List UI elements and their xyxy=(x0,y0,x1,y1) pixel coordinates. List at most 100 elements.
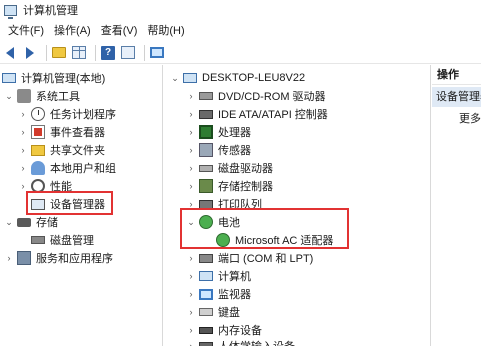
chevron-down-icon[interactable]: ⌄ xyxy=(186,213,196,231)
device-root[interactable]: ⌄ DESKTOP-LEU8V22 xyxy=(170,69,305,87)
device-category-hid[interactable]: › 人体学输入设备 xyxy=(186,337,295,346)
device-ac-adapter[interactable]: Microsoft AC 适配器 xyxy=(216,231,333,249)
device-label: IDE ATA/ATAPI 控制器 xyxy=(218,109,328,121)
tree-item-root[interactable]: 计算机管理(本地) xyxy=(2,69,105,87)
device-label: 电池 xyxy=(218,217,240,229)
ide-controller-icon xyxy=(199,109,213,119)
tree-item-label: 服务和应用程序 xyxy=(36,253,113,265)
tree-item-local-users[interactable]: › 本地用户和组 xyxy=(18,159,116,177)
tools-icon xyxy=(17,89,31,103)
chevron-right-icon[interactable]: › xyxy=(4,249,14,267)
device-category-keyboards[interactable]: › 键盘 xyxy=(186,303,241,321)
device-category-storage-controllers[interactable]: › 存储控制器 xyxy=(186,177,273,195)
tree-item-disk-management[interactable]: 磁盘管理 xyxy=(31,231,94,249)
storage-icon xyxy=(17,217,31,227)
device-category-sensors[interactable]: › 传感器 xyxy=(186,141,251,159)
chevron-right-icon[interactable]: › xyxy=(18,159,28,177)
tree-item-storage[interactable]: ⌄ 存储 xyxy=(4,213,58,231)
tree-item-device-manager[interactable]: 设备管理器 xyxy=(31,195,105,213)
chevron-right-icon[interactable]: › xyxy=(186,249,196,267)
tree-item-label: 磁盘管理 xyxy=(50,235,94,247)
tree-item-performance[interactable]: › 性能 xyxy=(18,177,72,195)
tree-item-shared-folders[interactable]: › 共享文件夹 xyxy=(18,141,105,159)
menu-action[interactable]: 操作(A) xyxy=(49,21,96,41)
device-label: 监视器 xyxy=(218,289,251,301)
tree-item-label: 设备管理器 xyxy=(50,199,105,211)
menu-view[interactable]: 查看(V) xyxy=(96,21,143,41)
device-manager-icon xyxy=(31,198,45,210)
monitor-icon xyxy=(150,47,164,58)
back-button[interactable] xyxy=(2,45,18,61)
help-icon: ? xyxy=(101,45,115,60)
chevron-right-icon[interactable]: › xyxy=(18,105,28,123)
device-category-monitors[interactable]: › 监视器 xyxy=(186,285,251,303)
chevron-right-icon[interactable]: › xyxy=(186,159,196,177)
device-label: 键盘 xyxy=(218,307,240,319)
device-category-computer[interactable]: › 计算机 xyxy=(186,267,251,285)
disk-drive-icon xyxy=(199,164,213,172)
clock-icon xyxy=(31,107,45,121)
device-category-ports[interactable]: › 端口 (COM 和 LPT) xyxy=(186,249,314,267)
chevron-right-icon[interactable]: › xyxy=(186,303,196,321)
chevron-down-icon[interactable]: ⌄ xyxy=(4,87,14,105)
menu-bar: 文件(F) 操作(A) 查看(V) 帮助(H) xyxy=(0,21,481,41)
properties-button[interactable] xyxy=(120,45,136,61)
properties-icon xyxy=(121,46,135,59)
chevron-right-icon[interactable]: › xyxy=(18,141,28,159)
device-label: DVD/CD-ROM 驱动器 xyxy=(218,91,326,103)
device-category-cpu[interactable]: › 处理器 xyxy=(186,123,251,141)
chevron-right-icon[interactable]: › xyxy=(186,285,196,303)
services-icon xyxy=(17,251,31,265)
tree-item-label: 性能 xyxy=(50,181,72,193)
port-icon xyxy=(199,253,213,263)
event-viewer-icon xyxy=(31,125,45,139)
battery-icon xyxy=(199,215,213,229)
chevron-right-icon[interactable]: › xyxy=(186,105,196,123)
menu-help[interactable]: 帮助(H) xyxy=(142,21,189,41)
monitor-icon xyxy=(199,288,213,300)
device-root-label: DESKTOP-LEU8V22 xyxy=(202,72,306,84)
toolbar-separator xyxy=(46,44,47,61)
device-category-print-queue[interactable]: › 打印队列 xyxy=(186,195,263,213)
device-label: 内存设备 xyxy=(218,325,262,337)
monitor-button[interactable] xyxy=(149,45,165,61)
device-category-disk-drives[interactable]: › 磁盘驱动器 xyxy=(186,159,274,177)
device-label: 磁盘驱动器 xyxy=(218,163,273,175)
hid-icon xyxy=(199,341,213,346)
chevron-right-icon[interactable]: › xyxy=(186,177,196,195)
tree-item-task-scheduler[interactable]: › 任务计划程序 xyxy=(18,105,116,123)
chevron-right-icon[interactable]: › xyxy=(186,267,196,285)
users-icon xyxy=(31,161,45,175)
device-category-battery[interactable]: ⌄ 电池 xyxy=(186,213,240,231)
tree-item-event-viewer[interactable]: › 事件查看器 xyxy=(18,123,105,141)
menu-file[interactable]: 文件(F) xyxy=(3,21,49,41)
chevron-down-icon[interactable]: ⌄ xyxy=(4,213,14,231)
processor-icon xyxy=(199,125,213,139)
device-label: Microsoft AC 适配器 xyxy=(235,235,334,247)
chevron-right-icon[interactable]: › xyxy=(18,123,28,141)
device-label: 处理器 xyxy=(218,127,251,139)
actions-pane: 操作 设备管理器 更多 xyxy=(432,65,481,346)
device-category-dvd[interactable]: › DVD/CD-ROM 驱动器 xyxy=(186,87,326,105)
up-folder-button[interactable] xyxy=(51,45,67,61)
chevron-right-icon[interactable]: › xyxy=(186,123,196,141)
storage-controller-icon xyxy=(199,179,213,193)
performance-icon xyxy=(31,179,45,193)
chevron-right-icon[interactable]: › xyxy=(18,177,28,195)
chevron-right-icon[interactable]: › xyxy=(186,195,196,213)
device-category-ide[interactable]: › IDE ATA/ATAPI 控制器 xyxy=(186,105,328,123)
help-button[interactable]: ? xyxy=(100,45,116,61)
chevron-right-icon[interactable]: › xyxy=(186,141,196,159)
actions-more-link[interactable]: 更多 xyxy=(459,110,481,128)
chevron-right-icon[interactable]: › xyxy=(186,87,196,105)
forward-button[interactable] xyxy=(22,45,38,61)
actions-selected-item[interactable]: 设备管理器 xyxy=(432,87,481,107)
tree-item-services[interactable]: › 服务和应用程序 xyxy=(4,249,113,267)
show-hide-tree-button[interactable] xyxy=(71,45,87,61)
keyboard-icon xyxy=(199,308,213,316)
computer-icon xyxy=(199,271,213,281)
toolbar-separator xyxy=(144,44,145,61)
chevron-down-icon[interactable]: ⌄ xyxy=(170,69,180,87)
chevron-right-icon[interactable]: › xyxy=(186,337,196,346)
tree-item-system-tools[interactable]: ⌄ 系统工具 xyxy=(4,87,80,105)
